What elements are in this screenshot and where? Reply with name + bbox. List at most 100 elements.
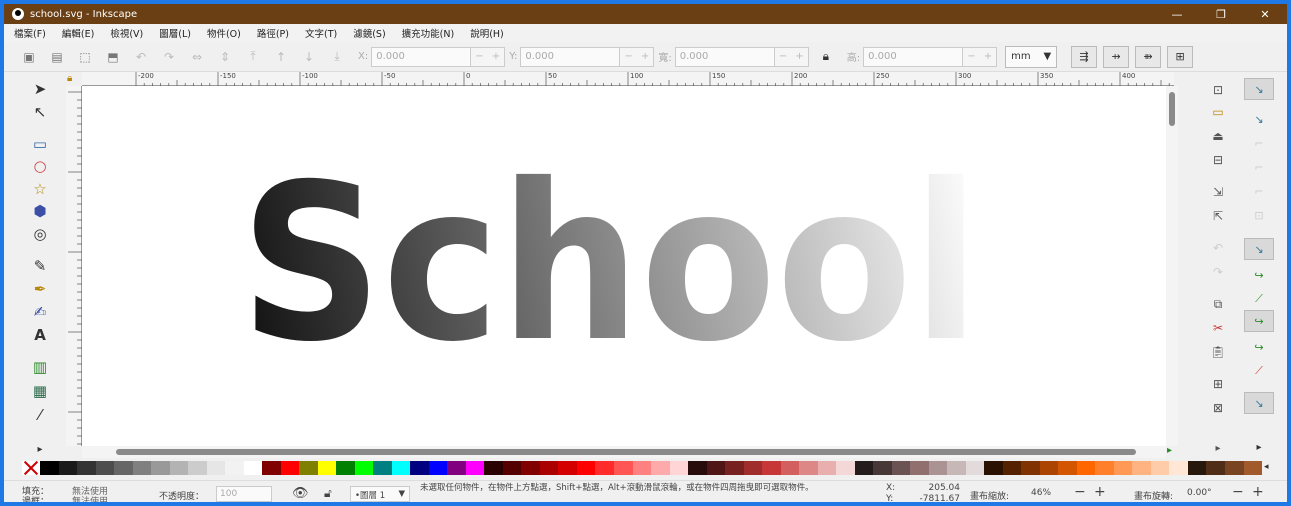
palette-swatch[interactable] xyxy=(1150,461,1170,475)
zoom-in-button[interactable]: + xyxy=(1094,484,1106,500)
3d-box-tool-icon[interactable]: ⬢ xyxy=(28,200,52,222)
toolbox-more-icon[interactable]: ▸ xyxy=(28,438,52,460)
snap-bbox-midpoint-icon[interactable]: ⌐ xyxy=(1244,180,1274,202)
palette-swatch[interactable] xyxy=(132,461,152,475)
palette-swatch[interactable] xyxy=(428,461,448,475)
palette-menu-icon[interactable]: ◂ xyxy=(1264,462,1269,472)
pen-tool-icon[interactable]: ✒ xyxy=(28,278,52,300)
palette-swatch[interactable] xyxy=(95,461,115,475)
palette-swatch[interactable] xyxy=(1076,461,1096,475)
lower-bottom-icon[interactable]: ⤓ xyxy=(326,46,348,68)
palette-swatch[interactable] xyxy=(595,461,614,475)
palette-swatch[interactable] xyxy=(1225,461,1244,475)
snap-enable-icon[interactable]: ↘ xyxy=(1244,78,1274,100)
spiral-tool-icon[interactable]: ◎ xyxy=(28,223,52,245)
palette-swatch[interactable] xyxy=(965,461,985,475)
raise-icon[interactable]: ↑ xyxy=(270,46,292,68)
flip-horizontal-icon[interactable]: ⇔ xyxy=(186,46,208,68)
zoom-out-button[interactable]: − xyxy=(1074,484,1086,500)
palette-swatch[interactable] xyxy=(484,461,503,475)
zoom-input[interactable]: 46% xyxy=(1026,486,1070,502)
deselect-icon[interactable]: ⬚ xyxy=(74,46,96,68)
menu-filters[interactable]: 濾鏡(S) xyxy=(353,26,385,40)
palette-swatch[interactable] xyxy=(1002,461,1022,475)
dropper-tool-icon[interactable]: ⁄ xyxy=(28,404,52,426)
palette-swatch[interactable] xyxy=(706,461,726,475)
rotate-input[interactable]: 0.00° xyxy=(1182,486,1226,502)
stroke-value[interactable]: 無法使用 xyxy=(72,494,108,502)
palette-swatch[interactable] xyxy=(651,461,670,475)
snap-nodes-icon[interactable]: ↘ xyxy=(1244,238,1274,260)
zoom-drawing-icon[interactable]: ⊠ xyxy=(1206,398,1230,418)
x-input[interactable] xyxy=(371,46,472,67)
palette-swatch[interactable] xyxy=(891,461,911,475)
palette-swatch[interactable] xyxy=(1039,461,1059,475)
y-stepper[interactable]: − + xyxy=(620,46,655,67)
school-text[interactable]: School xyxy=(240,138,980,389)
palette-swatch[interactable] xyxy=(1169,461,1188,475)
node-tool-icon[interactable]: ↖ xyxy=(28,101,52,123)
palette-swatch[interactable] xyxy=(910,461,929,475)
menu-object[interactable]: 物件(O) xyxy=(207,26,241,40)
palette-swatch[interactable] xyxy=(1095,461,1114,475)
text-tool-icon[interactable]: A xyxy=(28,324,52,346)
palette-swatch[interactable] xyxy=(354,461,374,475)
palette-swatch[interactable] xyxy=(836,461,855,475)
palette-swatch[interactable] xyxy=(465,461,485,475)
layer-visibility-eye-icon[interactable]: 👁︎ xyxy=(292,486,309,501)
palette-swatch[interactable] xyxy=(169,461,189,475)
x-stepper[interactable]: − + xyxy=(471,46,506,67)
lock-guides-icon[interactable]: 🔒︎ xyxy=(67,73,72,84)
palette-swatch[interactable] xyxy=(1206,461,1225,475)
menu-edit[interactable]: 編輯(E) xyxy=(62,26,94,40)
scale-corners-icon[interactable]: ⇸ xyxy=(1103,45,1130,68)
paste-icon[interactable]: 📋︎ xyxy=(1206,342,1230,362)
snap-others-icon[interactable]: ↘ xyxy=(1244,392,1274,414)
print-icon[interactable]: ⊟ xyxy=(1206,150,1230,170)
palette-swatch[interactable] xyxy=(206,461,226,475)
snap-cusp-nodes-icon[interactable]: ↪ xyxy=(1244,310,1274,332)
palette-swatch[interactable] xyxy=(873,461,892,475)
snap-bbox-edge-icon[interactable]: ⌐ xyxy=(1244,132,1274,154)
gradient-tool-icon[interactable]: ▥ xyxy=(28,356,52,378)
menu-file[interactable]: 檔案(F) xyxy=(14,26,46,40)
snap-bbox-corner-icon[interactable]: ⌐ xyxy=(1244,156,1274,178)
vertical-scrollbar[interactable] xyxy=(1166,86,1178,446)
no-paint-swatch[interactable] xyxy=(22,461,40,475)
save-document-icon[interactable]: ⏏ xyxy=(1206,126,1230,146)
menu-text[interactable]: 文字(T) xyxy=(305,26,337,40)
palette-swatch[interactable] xyxy=(539,461,559,475)
palette-swatch[interactable] xyxy=(817,461,837,475)
palette-swatch[interactable] xyxy=(391,461,411,475)
drawing-canvas[interactable]: School xyxy=(82,86,1166,446)
selector-tool-icon[interactable]: ➤ xyxy=(28,78,52,100)
palette-swatch[interactable] xyxy=(77,461,96,475)
palette-swatch[interactable] xyxy=(58,461,78,475)
redo-icon[interactable]: ↷ xyxy=(1206,262,1230,282)
palette-swatch[interactable] xyxy=(780,461,800,475)
width-input[interactable] xyxy=(674,46,775,67)
snap-path-icon[interactable]: ↪ xyxy=(1244,264,1274,286)
palette-swatch[interactable] xyxy=(317,461,337,475)
vertical-scroll-thumb[interactable] xyxy=(1169,92,1175,126)
zoom-selection-icon[interactable]: ⊞ xyxy=(1206,374,1230,394)
select-all-layers-icon[interactable]: ▤ xyxy=(46,46,68,68)
export-icon[interactable]: ⇱ xyxy=(1206,206,1230,226)
snap-intersection-icon[interactable]: ⟋ xyxy=(1244,288,1274,310)
raise-top-icon[interactable]: ⤒ xyxy=(242,46,264,68)
palette-swatch[interactable] xyxy=(502,461,522,475)
palette-swatch[interactable] xyxy=(1113,461,1133,475)
touch-select-icon[interactable]: ⬒ xyxy=(102,46,124,68)
menu-view[interactable]: 檢視(V) xyxy=(110,26,143,40)
palette-swatch[interactable] xyxy=(762,461,781,475)
palette-swatch[interactable] xyxy=(40,461,59,475)
palette-swatch[interactable] xyxy=(632,461,652,475)
palette-swatch[interactable] xyxy=(410,461,429,475)
open-document-icon[interactable]: ▭ xyxy=(1206,102,1230,122)
height-input[interactable] xyxy=(863,46,964,67)
palette-swatch[interactable] xyxy=(1132,461,1151,475)
palette-swatch[interactable] xyxy=(984,461,1003,475)
horizontal-scrollbar[interactable] xyxy=(82,446,1166,458)
palette-swatch[interactable] xyxy=(299,461,318,475)
current-layer-select[interactable]: •圖層 1 ▼ xyxy=(350,486,410,502)
